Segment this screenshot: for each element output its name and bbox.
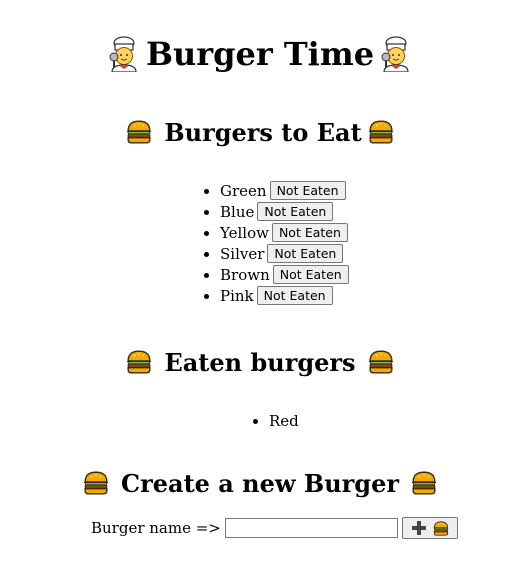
section-heading-eaten: Eaten burgers (0, 344, 520, 380)
burger-name: Pink (220, 287, 254, 305)
list-item: Silver Not Eaten (204, 244, 349, 265)
section-heading-todo: Burgers to Eat (0, 114, 520, 150)
chef-icon (106, 36, 142, 72)
list-item: Red (253, 411, 299, 432)
page-title-text: Burger Time (145, 35, 375, 73)
burger-name: Red (269, 412, 299, 430)
mark-eaten-button[interactable]: Not Eaten (272, 265, 349, 284)
list-item: Blue Not Eaten (204, 202, 349, 223)
burger-icon (368, 120, 394, 144)
create-burger-form: Burger name => (91, 516, 458, 540)
section-title-create: Create a new Burger (121, 468, 399, 498)
burger-name: Yellow (220, 224, 269, 242)
burger-icon (126, 120, 152, 144)
mark-eaten-button[interactable]: Not Eaten (269, 181, 346, 200)
add-burger-button[interactable] (401, 517, 458, 539)
burger-name-input[interactable] (224, 518, 398, 538)
list-item: Pink Not Eaten (204, 286, 349, 307)
burger-name-label: Burger name => (91, 519, 221, 537)
burger-icon (433, 521, 449, 536)
burger-icon (368, 350, 394, 374)
eaten-burger-list: Red (253, 411, 299, 432)
burger-name: Silver (220, 245, 265, 263)
chef-icon (378, 36, 414, 72)
burger-name: Brown (220, 266, 270, 284)
list-item: Brown Not Eaten (204, 265, 349, 286)
page-title: Burger Time (0, 30, 520, 78)
burger-name: Green (220, 182, 267, 200)
section-title-eaten: Eaten burgers (164, 347, 356, 377)
mark-eaten-button[interactable]: Not Eaten (256, 286, 333, 305)
list-item: Green Not Eaten (204, 181, 349, 202)
burger-name: Blue (220, 203, 255, 221)
todo-burger-list: Green Not Eaten Blue Not Eaten Yellow Not E… (204, 181, 349, 307)
list-item: Yellow Not Eaten (204, 223, 349, 244)
burger-icon (411, 471, 437, 495)
mark-eaten-button[interactable]: Not Eaten (271, 223, 348, 242)
plus-icon (411, 521, 426, 535)
section-title-todo: Burgers to Eat (164, 117, 362, 147)
mark-eaten-button[interactable]: Not Eaten (267, 244, 344, 263)
section-heading-create: Create a new Burger (0, 465, 520, 501)
mark-eaten-button[interactable]: Not Eaten (257, 202, 334, 221)
burger-icon (83, 471, 109, 495)
burger-icon (126, 350, 152, 374)
